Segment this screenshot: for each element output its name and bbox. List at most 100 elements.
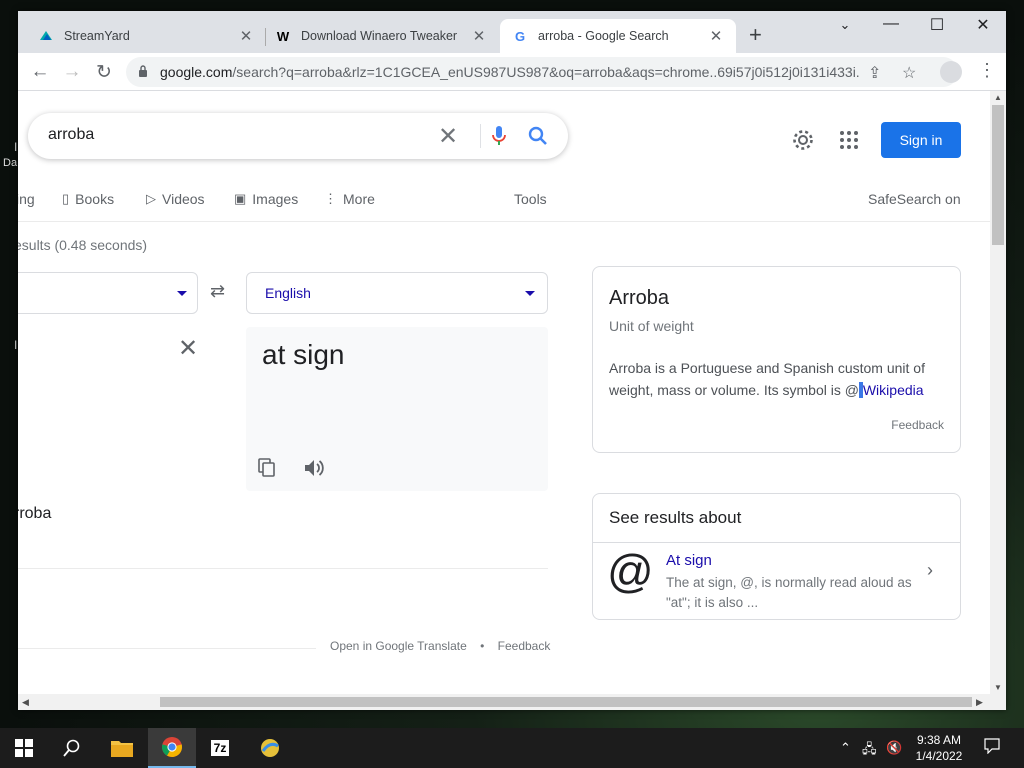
vertical-scroll-thumb[interactable]	[992, 105, 1004, 245]
clear-source-icon[interactable]: ✕	[178, 334, 198, 363]
volume-muted-icon[interactable]: 🔇	[886, 740, 902, 756]
close-tab-icon[interactable]: ✕	[708, 27, 724, 45]
search-icon[interactable]	[528, 126, 548, 146]
source-language-select[interactable]	[18, 272, 198, 314]
folder-icon	[111, 741, 133, 757]
desktop-icon-fragment: I	[14, 140, 18, 154]
7zip-taskbar-button[interactable]: 7z	[196, 728, 244, 768]
at-sign-description: The at sign, @, is normally read aloud a…	[666, 575, 912, 610]
translate-divider	[18, 568, 548, 569]
kp-title: Arroba	[609, 287, 670, 309]
separator-dot: •	[480, 639, 485, 653]
search-tabs: ing ▯Books ▷Videos ▣Images ⋮More Tools S…	[18, 191, 990, 223]
scroll-down-arrow-icon[interactable]: ▼	[994, 683, 1002, 692]
at-sign-symbol-icon: @	[607, 545, 654, 597]
wikipedia-link[interactable]: Wikipedia	[863, 382, 924, 398]
taskbar-clock[interactable]: 9:38 AM 1/4/2022	[906, 732, 972, 764]
reload-button[interactable]: ↻	[91, 59, 117, 85]
tab-title: StreamYard	[64, 29, 130, 43]
url-text: google.com/search?q=arroba&rlz=1C1GCEA_e…	[160, 64, 860, 80]
target-language-select[interactable]: English	[246, 272, 548, 314]
tab-more[interactable]: ⋮ More	[324, 191, 375, 207]
search-input[interactable]: arroba	[48, 126, 94, 144]
windows-logo-icon	[15, 739, 33, 757]
search-results-page: arroba ✕ Sign in ng ▯ Books ▷ Videos ▣ I…	[18, 91, 990, 694]
safesearch-status[interactable]: SafeSearch on	[868, 191, 961, 207]
horizontal-scroll-thumb[interactable]	[160, 697, 972, 707]
clock-time: 9:38 AM	[916, 733, 962, 747]
minimize-button[interactable]: —	[876, 15, 906, 33]
tab-title: Download Winaero Tweaker	[301, 29, 458, 43]
address-bar[interactable]: google.com/search?q=arroba&rlz=1C1GCEA_e…	[126, 57, 958, 87]
show-hidden-icons-chevron[interactable]: ⌃	[840, 740, 851, 756]
tab-books[interactable]: ▯ Books	[62, 191, 114, 207]
see-results-heading: See results about	[609, 508, 742, 527]
settings-gear-icon[interactable]	[792, 129, 814, 151]
notifications-icon[interactable]	[984, 738, 1000, 757]
tab-images[interactable]: ▣ Images	[234, 191, 298, 207]
chrome-taskbar-button[interactable]	[148, 728, 196, 768]
swap-languages-icon[interactable]: ⇄	[210, 281, 225, 302]
maximize-button[interactable]: ☐	[922, 15, 952, 35]
tab-winaero[interactable]: W Download Winaero Tweaker ✕	[263, 19, 499, 53]
app-globe-icon	[261, 739, 279, 757]
app-taskbar-button[interactable]	[246, 728, 294, 768]
horizontal-scrollbar[interactable]: ◀ ▶	[18, 694, 1006, 710]
network-icon[interactable]: 🖧	[862, 740, 877, 762]
tab-title: arroba - Google Search	[538, 29, 669, 43]
start-button[interactable]	[0, 728, 48, 768]
search-box[interactable]: arroba ✕	[28, 113, 568, 159]
target-language-label: English	[265, 285, 311, 301]
translate-feedback-link[interactable]: Feedback	[498, 639, 551, 653]
sign-in-button[interactable]: Sign in	[881, 122, 961, 158]
google-icon: G	[514, 28, 526, 44]
vertical-scrollbar[interactable]: ▲ ▼	[990, 91, 1006, 694]
chevron-right-icon[interactable]: ›	[927, 560, 933, 581]
desktop-icon-fragment-2: I	[14, 338, 18, 352]
scroll-up-arrow-icon[interactable]: ▲	[994, 93, 1002, 102]
tab-shopping[interactable]: ing	[18, 191, 35, 207]
winaero-icon: W	[276, 28, 290, 44]
copy-icon[interactable]	[258, 458, 276, 478]
lock-icon	[139, 65, 147, 77]
close-tab-icon[interactable]: ✕	[238, 27, 254, 45]
back-button[interactable]: ←	[27, 59, 53, 85]
speaker-icon[interactable]	[304, 459, 326, 477]
bookmark-star-icon[interactable]: ☆	[902, 63, 916, 83]
kp-description: Arroba is a Portuguese and Spanish custo…	[609, 360, 925, 398]
tab-search-icon[interactable]: ⌄	[830, 17, 860, 33]
scroll-left-arrow-icon[interactable]: ◀	[22, 697, 29, 708]
apps-grid-icon[interactable]	[840, 131, 858, 149]
panel-divider	[593, 542, 960, 543]
image-icon: ▣	[234, 191, 247, 206]
chrome-icon	[161, 737, 183, 758]
7zip-icon: 7z	[210, 740, 230, 756]
profile-avatar-icon[interactable]	[940, 61, 962, 83]
tab-streamyard[interactable]: StreamYard ✕	[26, 19, 266, 53]
tab-google-search[interactable]: G arroba - Google Search ✕	[500, 19, 736, 53]
at-sign-link[interactable]: At sign	[666, 552, 712, 569]
taskbar-search-button[interactable]	[48, 728, 96, 768]
new-tab-button[interactable]: +	[749, 24, 762, 46]
tab-videos[interactable]: ▷ Videos	[146, 191, 205, 207]
chrome-menu-icon[interactable]: ⋮	[978, 61, 996, 79]
clear-search-icon[interactable]: ✕	[438, 122, 458, 151]
open-in-translate-link[interactable]: Open in Google Translate	[330, 639, 467, 653]
scroll-right-arrow-icon[interactable]: ▶	[976, 697, 983, 708]
microphone-icon[interactable]	[491, 125, 507, 147]
tools-button[interactable]: Tools	[514, 191, 547, 207]
search-divider	[480, 124, 481, 148]
browser-toolbar: ← → ↻ google.com/search?q=arroba&rlz=1C1…	[18, 53, 1006, 91]
share-icon[interactable]: ⇪	[868, 63, 881, 83]
file-explorer-button[interactable]	[98, 728, 146, 768]
streamyard-icon	[38, 28, 54, 44]
windows-taskbar: 7z ⌃ 🖧 🔇 9:38 AM 1/4/2022	[0, 728, 1024, 768]
forward-button[interactable]: →	[59, 59, 85, 85]
kp-feedback-link[interactable]: Feedback	[891, 418, 944, 432]
close-window-button[interactable]: ✕	[968, 15, 998, 35]
chrome-window: StreamYard ✕ W Download Winaero Tweaker …	[18, 11, 1006, 710]
kp-subtitle: Unit of weight	[609, 318, 694, 334]
chevron-down-icon	[525, 291, 535, 296]
close-tab-icon[interactable]: ✕	[471, 27, 487, 45]
translation-text: at sign	[262, 339, 345, 370]
